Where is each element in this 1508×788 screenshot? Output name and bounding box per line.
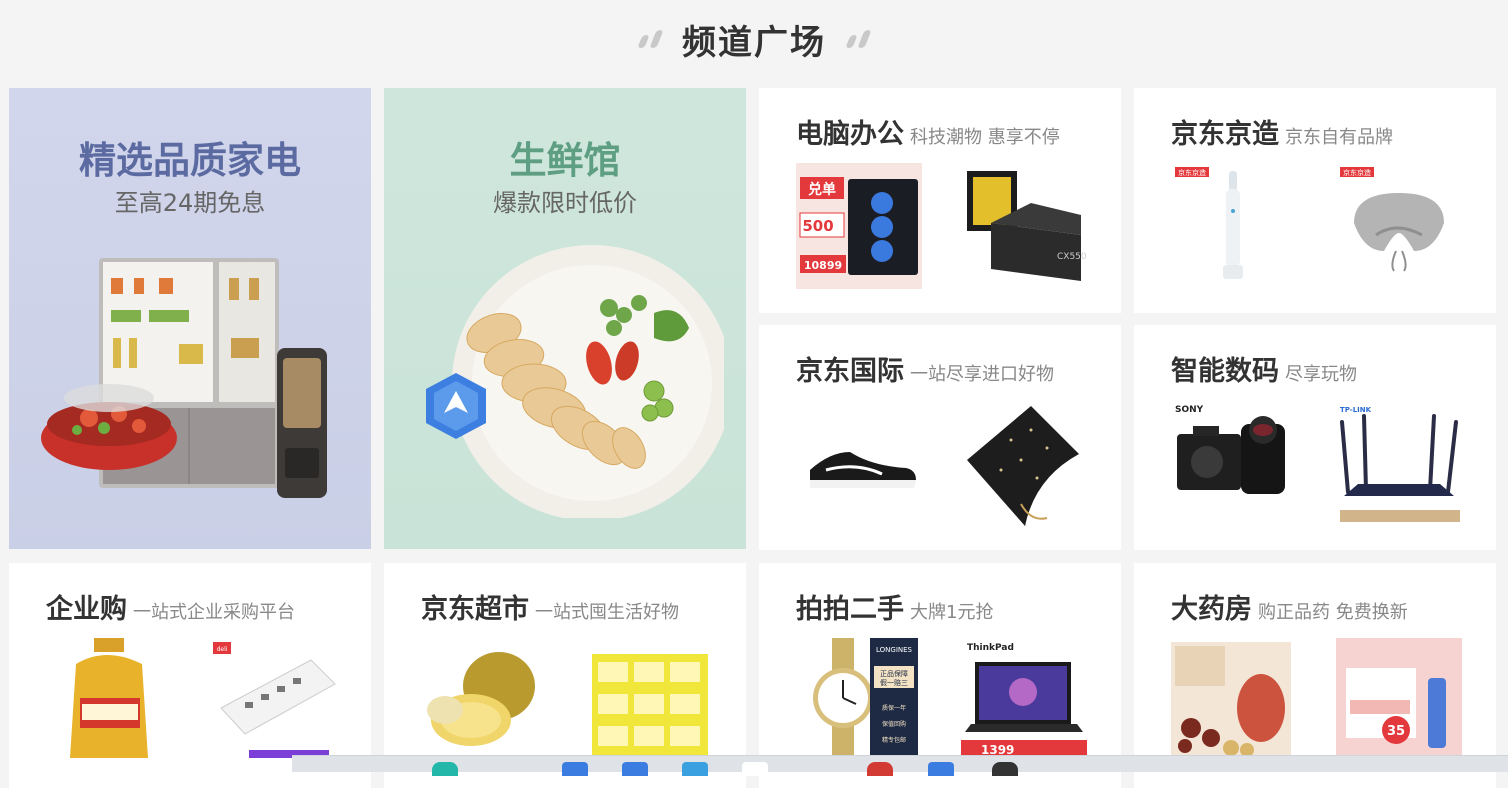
deli-tag: deli bbox=[217, 646, 228, 653]
right-decoration-icon bbox=[845, 30, 872, 48]
channel-name: 京东国际 bbox=[796, 356, 904, 387]
channel-card-digital[interactable]: 智能数码 尽享玩物 SONY TP-LINK bbox=[1134, 325, 1496, 550]
channel-subtitle: 爆款限时低价 bbox=[493, 189, 637, 217]
cooking-oil-image[interactable] bbox=[46, 638, 172, 758]
electric-toothbrush-image[interactable]: 京东京造 bbox=[1171, 163, 1297, 289]
channel-name: 电脑办公 bbox=[796, 119, 904, 150]
channel-subtitle: 至高24期免息 bbox=[114, 189, 266, 217]
channel-header: 企业购 一站式企业采购平台 bbox=[46, 587, 295, 626]
app-icon[interactable] bbox=[928, 762, 954, 776]
herbal-tea-image[interactable] bbox=[1171, 638, 1297, 758]
channel-card-appliance[interactable]: 精选品质家电 至高24期免息 bbox=[9, 88, 371, 549]
badge-price: 500 bbox=[802, 217, 833, 235]
channel-card-fresh[interactable]: 生鲜馆 爆款限时低价 bbox=[384, 88, 746, 549]
psu-label: CX550 bbox=[1057, 252, 1087, 262]
channel-name: 企业购 bbox=[46, 594, 127, 625]
channel-header: 电脑办公 科技潮物 惠享不停 bbox=[796, 112, 1060, 151]
section-header: 频道广场 bbox=[0, 0, 1508, 78]
brand-tag: 京东京造 bbox=[1343, 168, 1371, 177]
camera-brand: SONY bbox=[1175, 405, 1204, 415]
medicine-box-image[interactable]: 35 bbox=[1336, 638, 1462, 758]
router-image[interactable]: TP-LINK bbox=[1336, 400, 1462, 526]
app-icon[interactable] bbox=[682, 762, 708, 776]
watch-brand: LONGINES bbox=[876, 646, 913, 654]
badge-text: 兑单 bbox=[808, 181, 836, 198]
tissue-pack-image[interactable] bbox=[586, 638, 712, 758]
guarantee-4: 保值回购 bbox=[882, 720, 906, 728]
badge-price2: 10899 bbox=[804, 259, 842, 272]
guarantee-1: 正品保障 bbox=[880, 669, 908, 678]
sneaker-image[interactable] bbox=[796, 400, 922, 526]
channel-header: 拍拍二手 大牌1元抢 bbox=[796, 587, 993, 626]
channel-slogan: 一站式囤生活好物 bbox=[535, 602, 679, 623]
router-brand: TP-LINK bbox=[1340, 406, 1372, 414]
channel-slogan: 一站式企业采购平台 bbox=[133, 602, 295, 623]
channel-name: 京东超市 bbox=[421, 594, 529, 625]
umbrella-image[interactable] bbox=[961, 400, 1087, 526]
neck-pillow-image[interactable]: 京东京造 bbox=[1336, 163, 1462, 289]
chicken-plate-image bbox=[426, 245, 724, 518]
section-title: 频道广场 bbox=[682, 22, 826, 63]
channel-card-global[interactable]: 京东国际 一站尽享进口好物 bbox=[759, 325, 1121, 550]
durian-image[interactable] bbox=[421, 638, 547, 758]
channel-name: 大药房 bbox=[1171, 594, 1252, 625]
channel-title: 生鲜馆 bbox=[509, 139, 621, 182]
channel-slogan: 科技潮物 惠享不停 bbox=[910, 127, 1060, 148]
channel-slogan: 尽享玩物 bbox=[1285, 364, 1357, 385]
app-icon[interactable] bbox=[742, 762, 768, 776]
power-supply-image[interactable]: CX550 bbox=[961, 163, 1087, 289]
app-icon[interactable] bbox=[622, 762, 648, 776]
watch-image[interactable]: LONGINES 正品保障 假一赔三 质保一年 保值回购 精专包邮 bbox=[796, 638, 922, 758]
channel-title: 精选品质家电 bbox=[79, 139, 301, 182]
channel-card-jdmade[interactable]: 京东京造 京东自有品牌 京东京造 京东京造 bbox=[1134, 88, 1496, 313]
channel-header: 京东京造 京东自有品牌 bbox=[1171, 112, 1393, 151]
channel-name: 京东京造 bbox=[1171, 119, 1279, 150]
brand-tag: 京东京造 bbox=[1178, 168, 1206, 177]
app-icon[interactable] bbox=[992, 762, 1018, 776]
channel-name: 智能数码 bbox=[1171, 356, 1279, 387]
left-decoration-icon bbox=[637, 30, 664, 48]
channel-header: 京东国际 一站尽享进口好物 bbox=[796, 349, 1054, 388]
channel-slogan: 京东自有品牌 bbox=[1285, 127, 1393, 148]
channel-header: 智能数码 尽享玩物 bbox=[1171, 349, 1357, 388]
channel-slogan: 购正品药 免费换新 bbox=[1258, 602, 1408, 623]
app-icon[interactable] bbox=[562, 762, 588, 776]
laptop-image[interactable]: ThinkPad 1399 bbox=[961, 638, 1087, 758]
channel-name: 拍拍二手 bbox=[796, 594, 904, 625]
appliance-image bbox=[41, 258, 327, 498]
camera-image[interactable]: SONY bbox=[1171, 400, 1297, 526]
channel-slogan: 大牌1元抢 bbox=[910, 602, 994, 623]
app-icon[interactable] bbox=[432, 762, 458, 776]
laptop-brand: ThinkPad bbox=[967, 643, 1014, 653]
channel-header: 大药房 购正品药 免费换新 bbox=[1171, 587, 1408, 626]
app-icon[interactable] bbox=[867, 762, 893, 776]
channel-card-computer[interactable]: 电脑办公 科技潮物 惠享不停 兑单 500 10899 CX550 bbox=[759, 88, 1121, 313]
taskbar bbox=[292, 755, 1508, 776]
guarantee-2: 假一赔三 bbox=[880, 678, 908, 687]
price-tag: 35 bbox=[1387, 724, 1405, 739]
gaming-pc-image[interactable]: 兑单 500 10899 bbox=[796, 163, 922, 289]
power-strip-image[interactable]: deli bbox=[211, 638, 337, 758]
channel-slogan: 一站尽享进口好物 bbox=[910, 364, 1054, 385]
guarantee-5: 精专包邮 bbox=[882, 736, 906, 744]
guarantee-3: 质保一年 bbox=[882, 704, 906, 712]
channel-header: 京东超市 一站式囤生活好物 bbox=[421, 587, 679, 626]
